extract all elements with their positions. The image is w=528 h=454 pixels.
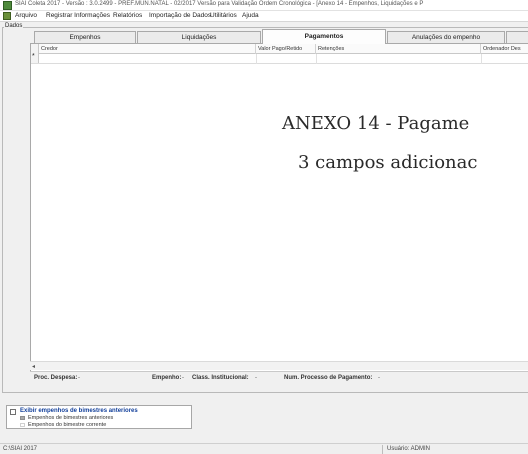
status-path: C:\SIAI 2017 [3,446,38,452]
dados-group-label: Dados [4,23,24,29]
tab-empenhos[interactable]: Empenhos [34,31,136,43]
legend-current-swatch [20,423,25,427]
class-institucional-value: - [255,375,257,381]
menu-registrar-informacoes[interactable]: Registrar Informações [46,12,110,19]
empenho-value: - [182,375,184,381]
menu-utilitarios[interactable]: Utilitários [210,12,237,19]
title-bar: SIAI Coleta 2017 - Versão : 3.0.2499 - P… [0,0,528,11]
legend-previous-swatch [20,416,25,420]
tab-more[interactable] [506,31,528,43]
proc-despesa-value: - [78,375,80,381]
payment-details-bar: Proc. Despesa: - Empenho: - Class. Insti… [30,371,528,384]
status-divider [382,445,383,454]
tab-liquidacoes[interactable]: Liquidações [137,31,261,43]
cell-divider [256,54,257,64]
scroll-left-arrow-icon[interactable]: ◂ [32,363,35,370]
proc-despesa-label: Proc. Despesa: [34,375,78,381]
tab-pagamentos[interactable]: Pagamentos [262,29,386,44]
num-processo-value: - [378,375,380,381]
num-processo-label: Num. Processo de Pagamento: [284,375,373,381]
menu-ajuda[interactable]: Ajuda [242,12,259,19]
bimestre-filter-box: Exibir empenhos de bimestres anteriores … [6,405,192,429]
menu-arquivo[interactable]: Arquivo [15,12,37,19]
overlay-subheading: 3 campos adicionac [298,152,478,173]
grid-header: Credor Valor Pago/Retido Retenções Orden… [31,44,528,54]
overlay-heading: ANEXO 14 - Pagame [282,113,470,134]
menu-relatorios[interactable]: Relatórios [113,12,142,19]
new-row-marker: * [32,53,35,60]
legend-current-text: Empenhos do bimestre corrente [28,422,107,428]
menu-icon[interactable] [3,12,11,20]
app-icon [3,1,12,10]
column-credor[interactable]: Credor [39,44,256,54]
class-institucional-label: Class. Institucional: [192,375,249,381]
horizontal-scrollbar[interactable]: ◂ [30,361,528,370]
new-row[interactable] [31,54,528,64]
cell-divider [481,54,482,64]
status-bar: C:\SIAI 2017 Usuário: ADMIN [0,443,528,454]
tab-anulacoes-do-empenho[interactable]: Anulações do empenho [387,31,505,43]
exibir-bimestres-anteriores-checkbox[interactable] [10,409,16,415]
menu-bar: Arquivo Registrar Informações Relatórios… [0,11,528,22]
legend-previous-text: Empenhos de bimestres anteriores [28,415,114,421]
status-user: Usuário: ADMIN [387,446,431,452]
column-valor-pago-retido[interactable]: Valor Pago/Retido [256,44,316,54]
exibir-bimestres-anteriores-label[interactable]: Exibir empenhos de bimestres anteriores [20,408,138,414]
application-window: SIAI Coleta 2017 - Versão : 3.0.2499 - P… [0,0,528,454]
empenho-label: Empenho: [152,375,182,381]
column-retencoes[interactable]: Retenções [316,44,481,54]
window-title: SIAI Coleta 2017 - Versão : 3.0.2499 - P… [15,1,424,7]
menu-importacao-de-dados[interactable]: Importação de Dados [149,12,211,19]
column-ordenador-despesa[interactable]: Ordenador Des [481,44,528,54]
pagamentos-grid[interactable]: Credor Valor Pago/Retido Retenções Orden… [30,43,528,373]
cell-divider [316,54,317,64]
